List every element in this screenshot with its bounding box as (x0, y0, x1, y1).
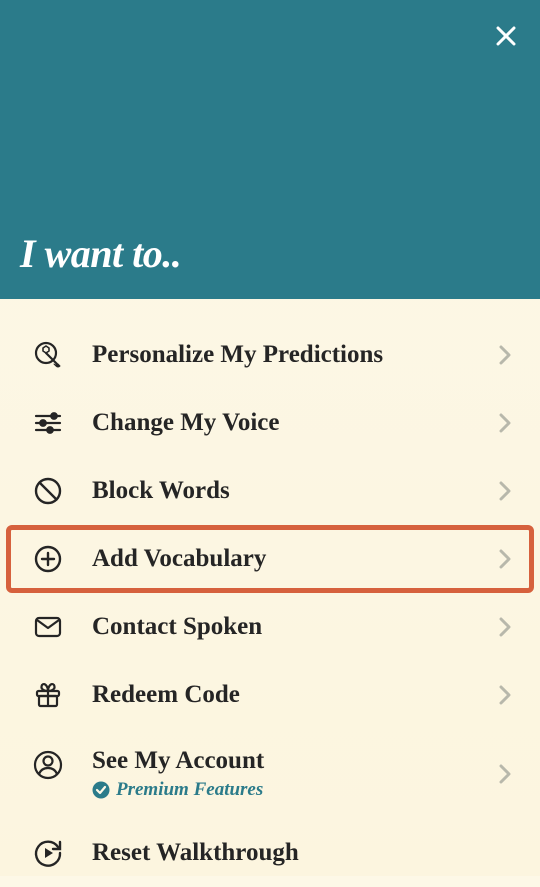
user-circle-icon (32, 749, 64, 781)
chevron-right-icon (498, 412, 512, 434)
page-title: I want to.. (20, 230, 181, 299)
menu-item-personalize[interactable]: Personalize My Predictions (0, 321, 540, 389)
menu-item-label: Add Vocabulary (92, 545, 498, 573)
menu-item-reset[interactable]: Reset Walkthrough (0, 819, 540, 887)
menu-item-label: Reset Walkthrough (92, 839, 512, 867)
header: I want to.. (0, 0, 540, 299)
play-reload-icon (32, 837, 64, 869)
menu-item-label: Personalize My Predictions (92, 341, 498, 369)
menu-item-contact[interactable]: Contact Spoken (0, 593, 540, 661)
sliders-icon (32, 407, 64, 439)
menu-list: Personalize My Predictions Change My Voi… (0, 299, 540, 887)
menu-item-label: Redeem Code (92, 681, 498, 709)
chevron-right-icon (498, 684, 512, 706)
menu-item-label: Contact Spoken (92, 613, 498, 641)
menu-item-vocab[interactable]: Add Vocabulary (6, 525, 534, 593)
menu-item-voice[interactable]: Change My Voice (0, 389, 540, 457)
close-button[interactable] (494, 24, 518, 53)
menu-item-label: Block Words (92, 477, 498, 505)
chevron-right-icon (498, 616, 512, 638)
chevron-right-icon (498, 344, 512, 366)
menu-item-label: Change My Voice (92, 409, 498, 437)
chevron-right-icon (498, 548, 512, 570)
premium-badge: Premium Features (92, 779, 498, 801)
menu-item-block[interactable]: Block Words (0, 457, 540, 525)
mail-icon (32, 611, 64, 643)
chevron-right-icon (498, 480, 512, 502)
premium-label: Premium Features (116, 779, 263, 801)
gift-icon (32, 679, 64, 711)
chevron-right-icon (498, 763, 512, 785)
account-label-group: See My Account Premium Features (92, 747, 498, 801)
menu-item-account[interactable]: See My Account Premium Features (0, 729, 540, 819)
magnify-wrench-icon (32, 339, 64, 371)
plus-circle-icon (32, 543, 64, 575)
close-icon (494, 24, 518, 53)
check-badge-icon (92, 781, 110, 799)
menu-item-redeem[interactable]: Redeem Code (0, 661, 540, 729)
menu-item-label: See My Account (92, 747, 498, 775)
ban-icon (32, 475, 64, 507)
